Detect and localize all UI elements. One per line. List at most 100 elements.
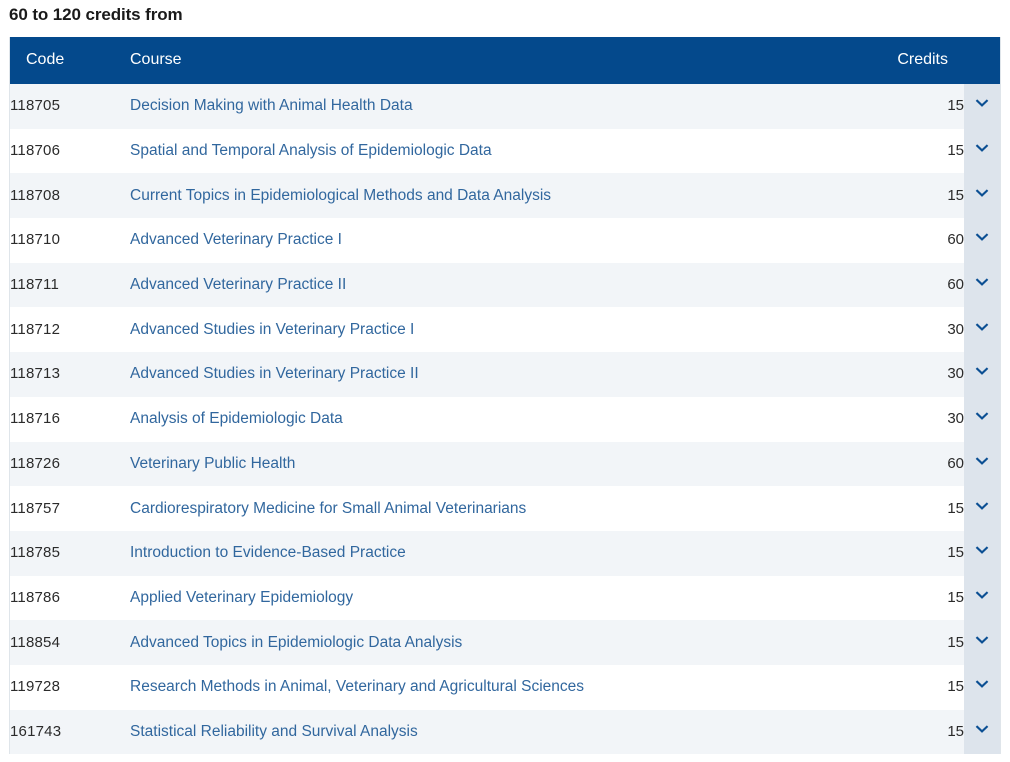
cell-credits: 15: [836, 486, 964, 531]
course-link[interactable]: Statistical Reliability and Survival Ana…: [130, 723, 418, 740]
course-link[interactable]: Advanced Veterinary Practice II: [130, 276, 346, 293]
cell-course-title: Advanced Studies in Veterinary Practice …: [130, 352, 836, 397]
table-row[interactable]: 118716 Analysis of Epidemiologic Data 30: [10, 396, 1000, 442]
course-link[interactable]: Advanced Veterinary Practice I: [130, 231, 342, 248]
cell-course-title: Cardiorespiratory Medicine for Small Ani…: [130, 486, 836, 531]
table-row[interactable]: 118786 Applied Veterinary Epidemiology 15: [10, 575, 1000, 621]
table-row[interactable]: 118710 Advanced Veterinary Practice I 60: [10, 218, 1000, 263]
chevron-down-icon: [975, 409, 989, 423]
course-link[interactable]: Analysis of Epidemiologic Data: [130, 410, 343, 427]
expand-row-button[interactable]: [964, 84, 1000, 129]
cell-credits: 15: [836, 664, 964, 710]
course-requirement-panel: 60 to 120 credits from Code Course Credi…: [0, 0, 1010, 762]
table-row[interactable]: 118713 Advanced Studies in Veterinary Pra…: [10, 352, 1000, 397]
cell-course-code: 118716: [10, 396, 130, 442]
column-header-credits: Credits: [836, 37, 964, 84]
cell-course-title: Analysis of Epidemiologic Data: [130, 396, 836, 442]
expand-row-button[interactable]: [964, 173, 1000, 219]
cell-course-title: Statistical Reliability and Survival Ana…: [130, 709, 836, 755]
page-title: 60 to 120 credits from: [9, 5, 183, 24]
expand-row-button[interactable]: [964, 530, 1000, 576]
column-header-code: Code: [10, 37, 130, 84]
expand-row-button[interactable]: [964, 128, 1000, 174]
chevron-down-icon: [975, 543, 989, 557]
expand-row-button[interactable]: [964, 620, 1000, 665]
course-link[interactable]: Decision Making with Animal Health Data: [130, 97, 413, 114]
cell-credits: 30: [836, 352, 964, 397]
table-row[interactable]: 118711 Advanced Veterinary Practice II 60: [10, 262, 1000, 308]
cell-course-code: 118706: [10, 128, 130, 174]
course-link[interactable]: Research Methods in Animal, Veterinary a…: [130, 678, 584, 695]
expand-row-button[interactable]: [964, 307, 1000, 353]
cell-course-code: 118705: [10, 84, 130, 129]
table-row[interactable]: 119728 Research Methods in Animal, Veteri…: [10, 664, 1000, 710]
cell-credits: 30: [836, 307, 964, 353]
course-link[interactable]: Applied Veterinary Epidemiology: [130, 589, 353, 606]
cell-course-code: 118711: [10, 262, 130, 308]
cell-course-title: Introduction to Evidence-Based Practice: [130, 530, 836, 576]
course-link[interactable]: Introduction to Evidence-Based Practice: [130, 544, 406, 561]
expand-row-button[interactable]: [964, 262, 1000, 308]
chevron-down-icon: [975, 364, 989, 378]
chevron-down-icon: [975, 722, 989, 736]
chevron-down-icon: [975, 96, 989, 110]
course-table-body: 118705 Decision Making with Animal Health…: [10, 84, 1000, 755]
chevron-down-icon: [975, 588, 989, 602]
expand-row-button[interactable]: [964, 575, 1000, 621]
cell-credits: 15: [836, 620, 964, 665]
cell-credits: 60: [836, 218, 964, 263]
chevron-down-icon: [975, 677, 989, 691]
cell-course-title: Advanced Topics in Epidemiologic Data An…: [130, 620, 836, 665]
table-row[interactable]: 118785 Introduction to Evidence-Based Pra…: [10, 530, 1000, 576]
cell-course-title: Current Topics in Epidemiological Method…: [130, 173, 836, 219]
table-row[interactable]: 118706 Spatial and Temporal Analysis of E…: [10, 128, 1000, 174]
table-row[interactable]: 118726 Veterinary Public Health 60: [10, 441, 1000, 487]
chevron-down-icon: [975, 230, 989, 244]
expand-row-button[interactable]: [964, 441, 1000, 487]
cell-course-title: Veterinary Public Health: [130, 441, 836, 487]
expand-row-button[interactable]: [964, 486, 1000, 531]
cell-course-title: Decision Making with Animal Health Data: [130, 84, 836, 129]
chevron-down-icon: [975, 633, 989, 647]
expand-row-button[interactable]: [964, 709, 1000, 755]
expand-row-button[interactable]: [964, 396, 1000, 442]
expand-row-button[interactable]: [964, 352, 1000, 397]
chevron-down-icon: [975, 499, 989, 513]
table-row[interactable]: 118712 Advanced Studies in Veterinary Pra…: [10, 307, 1000, 353]
cell-course-code: 118710: [10, 218, 130, 263]
course-table: Code Course Credits 118705 Decision Makin…: [10, 37, 1000, 755]
course-link[interactable]: Spatial and Temporal Analysis of Epidemi…: [130, 142, 492, 159]
cell-credits: 15: [836, 173, 964, 219]
cell-course-title: Advanced Studies in Veterinary Practice …: [130, 307, 836, 353]
cell-course-code: 118786: [10, 575, 130, 621]
table-row[interactable]: 118757 Cardiorespiratory Medicine for Sma…: [10, 486, 1000, 531]
course-link[interactable]: Veterinary Public Health: [130, 455, 295, 472]
chevron-down-icon: [975, 275, 989, 289]
column-header-course: Course: [130, 37, 836, 84]
course-link[interactable]: Cardiorespiratory Medicine for Small Ani…: [130, 500, 526, 517]
course-link[interactable]: Advanced Studies in Veterinary Practice …: [130, 365, 419, 382]
course-link[interactable]: Current Topics in Epidemiological Method…: [130, 187, 551, 204]
chevron-down-icon: [975, 454, 989, 468]
cell-credits: 15: [836, 84, 964, 129]
cell-course-title: Research Methods in Animal, Veterinary a…: [130, 664, 836, 710]
chevron-down-icon: [975, 186, 989, 200]
cell-course-title: Applied Veterinary Epidemiology: [130, 575, 836, 621]
table-header-row: Code Course Credits: [10, 37, 1000, 84]
cell-credits: 15: [836, 530, 964, 576]
cell-course-title: Spatial and Temporal Analysis of Epidemi…: [130, 128, 836, 174]
table-row[interactable]: 118708 Current Topics in Epidemiological …: [10, 173, 1000, 219]
course-table-header: Code Course Credits: [10, 37, 1000, 84]
cell-credits: 15: [836, 128, 964, 174]
course-link[interactable]: Advanced Topics in Epidemiologic Data An…: [130, 634, 462, 651]
expand-row-button[interactable]: [964, 218, 1000, 263]
cell-course-code: 161743: [10, 709, 130, 755]
table-row[interactable]: 118854 Advanced Topics in Epidemiologic D…: [10, 620, 1000, 665]
course-link[interactable]: Advanced Studies in Veterinary Practice …: [130, 321, 414, 338]
cell-credits: 15: [836, 575, 964, 621]
table-row[interactable]: 118705 Decision Making with Animal Health…: [10, 84, 1000, 129]
table-row[interactable]: 161743 Statistical Reliability and Surviv…: [10, 709, 1000, 755]
expand-row-button[interactable]: [964, 664, 1000, 710]
cell-course-code: 118712: [10, 307, 130, 353]
column-header-toggle: [964, 37, 1000, 84]
